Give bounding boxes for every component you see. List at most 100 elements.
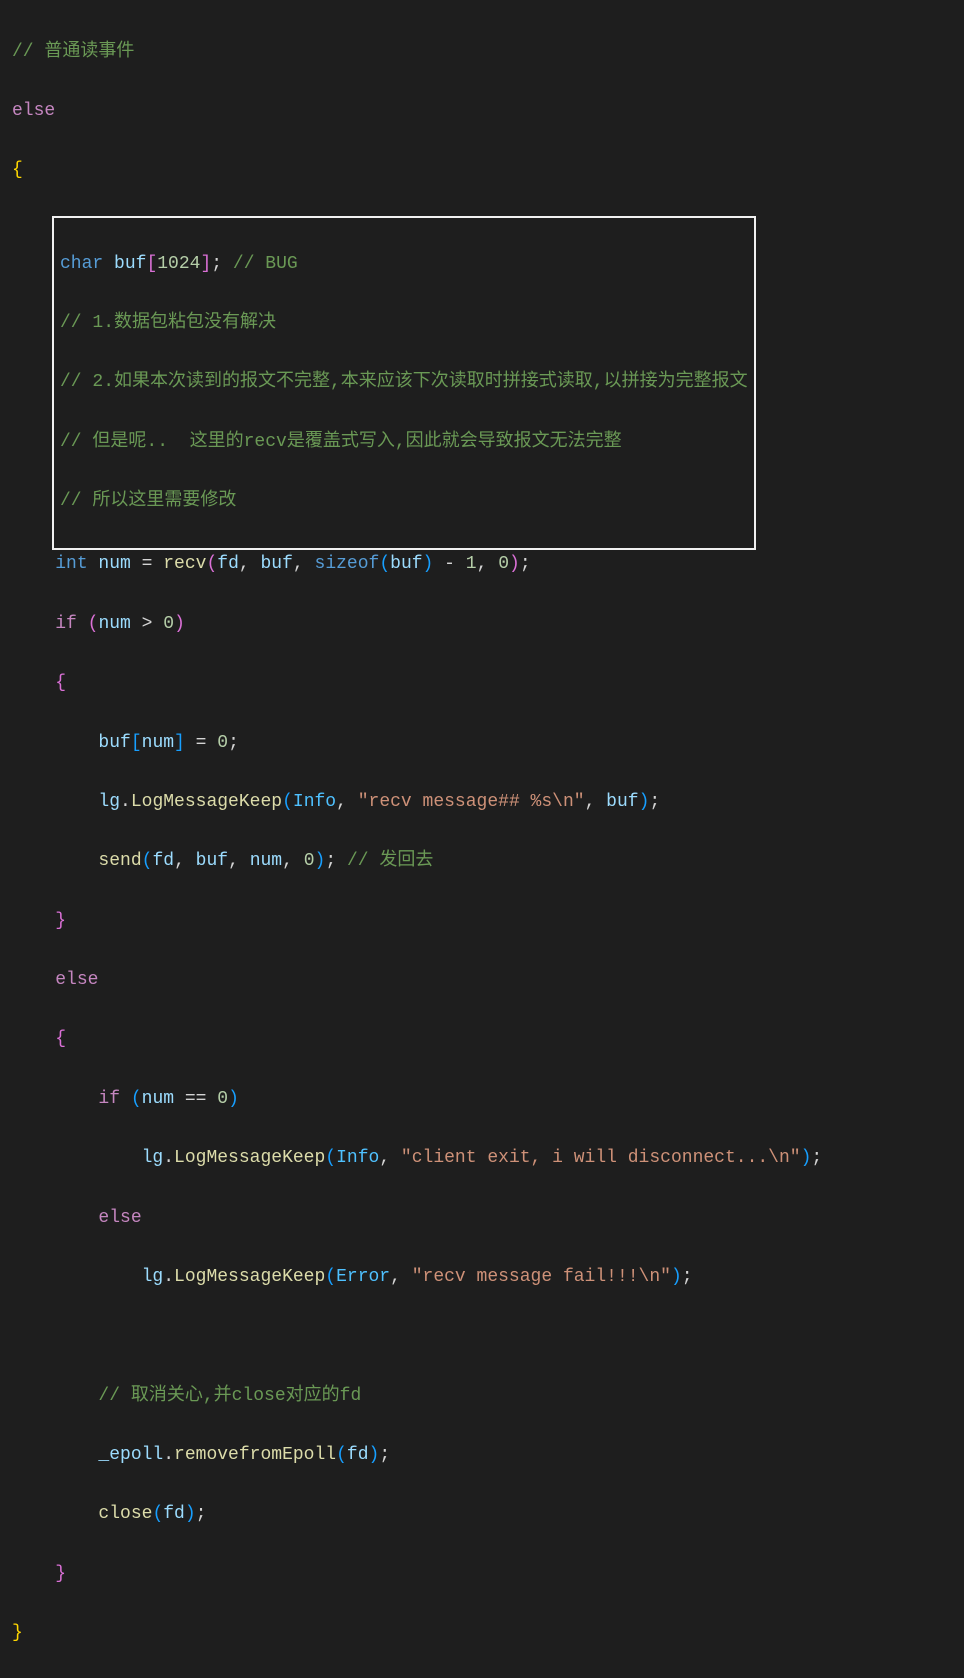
code-line: { [12,156,964,186]
string-literal: "recv message## %s\n" [358,792,585,812]
paren: ( [336,1445,347,1465]
variable: _epoll [98,1445,163,1465]
bracket: [ [146,254,157,274]
punctuation: . [120,792,131,812]
operator: == [185,1089,217,1109]
code-line: _epoll.removefromEpoll(fd); [12,1441,964,1471]
keyword-else: else [98,1208,141,1228]
function-call: close [98,1504,152,1524]
keyword-else: else [55,970,98,990]
type-keyword: int [55,554,87,574]
code-line: // 所以这里需要修改 [60,487,748,517]
variable: lg [142,1148,164,1168]
keyword-if: if [55,614,77,634]
enum-value: Info [293,792,336,812]
code-line: else [12,97,964,127]
paren: ( [152,1504,163,1524]
paren: ( [282,792,293,812]
punctuation: . [163,1148,174,1168]
function-call: LogMessageKeep [174,1267,325,1287]
string-literal: "recv message fail!!!\n" [412,1267,671,1287]
number-literal: 0 [163,614,174,634]
paren: ) [369,1445,380,1465]
code-line: send(fd, buf, num, 0); // 发回去 [12,847,964,877]
string-literal: "client exit, i will disconnect...\n" [401,1148,801,1168]
punctuation: , [174,851,196,871]
paren: ) [315,851,326,871]
paren: ( [88,614,99,634]
paren: ) [228,1089,239,1109]
brace: } [12,1623,23,1643]
brace: { [55,1029,66,1049]
number-literal: 1 [466,554,477,574]
paren: ) [423,554,434,574]
function-call: removefromEpoll [174,1445,336,1465]
comment-text: // 普通读事件 [12,42,134,62]
variable: lg [142,1267,164,1287]
punctuation: ; [520,554,531,574]
bracket: ] [200,254,211,274]
punctuation: , [585,792,607,812]
code-line: // 普通读事件 [12,38,964,68]
highlighted-code-block: char buf[1024]; // BUG // 1.数据包粘包没有解决 //… [52,216,756,551]
punctuation: , [239,554,261,574]
punctuation: ; [228,733,239,753]
punctuation: ; [325,851,347,871]
brace: } [55,911,66,931]
punctuation: , [228,851,250,871]
code-line: buf[num] = 0; [12,729,964,759]
comment-text: // BUG [233,254,298,274]
brace: } [55,1564,66,1584]
operator: > [142,614,164,634]
paren: ( [325,1148,336,1168]
code-line: // 2.如果本次读到的报文不完整,本来应该下次读取时拼接式读取,以拼接为完整报… [60,368,748,398]
operator: = [185,733,217,753]
variable: lg [98,792,120,812]
paren: ( [206,554,217,574]
punctuation: ; [682,1267,693,1287]
variable: fd [152,851,174,871]
code-line: int num = recv(fd, buf, sizeof(buf) - 1,… [12,550,964,580]
code-line: else [12,1204,964,1234]
code-line: { [12,1025,964,1055]
paren: ( [379,554,390,574]
paren: ( [325,1267,336,1287]
code-line: } [12,1619,964,1649]
code-line: lg.LogMessageKeep(Error, "recv message f… [12,1263,964,1293]
comment-text: // 但是呢.. 这里的recv是覆盖式写入,因此就会导致报文无法完整 [60,432,622,452]
code-editor[interactable]: // 普通读事件 else { char buf[1024]; // BUG /… [12,8,964,1678]
variable: fd [163,1504,185,1524]
enum-value: Error [336,1267,390,1287]
code-line: // 但是呢.. 这里的recv是覆盖式写入,因此就会导致报文无法完整 [60,428,748,458]
number-literal: 0 [498,554,509,574]
code-line: // 取消关心,并close对应的fd [12,1382,964,1412]
code-line: else [12,966,964,996]
function-call: recv [163,554,206,574]
variable: num [142,1089,185,1109]
code-line: lg.LogMessageKeep(Info, "recv message## … [12,788,964,818]
variable: buf [196,851,228,871]
keyword-else: else [12,101,55,121]
code-line: // 1.数据包粘包没有解决 [60,309,748,339]
variable: fd [217,554,239,574]
paren: ( [142,851,153,871]
punctuation: ; [811,1148,822,1168]
variable: num [250,851,282,871]
punctuation: . [163,1267,174,1287]
punctuation: , [293,554,315,574]
punctuation: ; [211,254,233,274]
code-line: char buf[1024]; // BUG [60,250,748,280]
keyword-if: if [98,1089,120,1109]
brace: { [12,160,23,180]
bracket: [ [131,733,142,753]
code-line: if (num > 0) [12,610,964,640]
punctuation: , [379,1148,401,1168]
paren: ) [174,614,185,634]
variable: fd [347,1445,369,1465]
variable: num [142,733,174,753]
code-line [12,1322,964,1352]
punctuation: ; [196,1504,207,1524]
operator: = [142,554,164,574]
variable: num [98,614,141,634]
bracket: ] [174,733,185,753]
